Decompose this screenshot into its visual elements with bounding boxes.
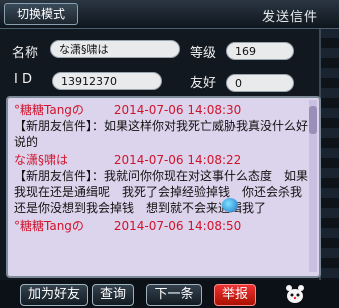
message-text: 【新朋友信件】：如果这样你对我死亡威胁我真没什么好说的 [14,119,309,149]
lookup-button[interactable]: 查询 [92,284,134,306]
next-button[interactable]: 下一条 [146,284,202,306]
scrollbar-thumb[interactable] [309,106,317,134]
name-label: 名称 [12,46,39,61]
timestamp: 2014-07-06 14:08:50 [113,219,242,233]
switch-mode-button[interactable]: 切换模式 [4,3,78,25]
sender-name: °糖糖Tangの [14,103,84,117]
message-text: 【新朋友信件】：我就问你你现在对这事什么态度 如果我现在还是通缉呢 我死了会掉经… [14,169,309,215]
window-frame [319,28,339,308]
message: °糖糖Tangの 2014-07-06 14:08:50 [14,218,313,234]
report-button[interactable]: 举报 [214,284,256,306]
chat-scrollbar[interactable] [309,100,317,272]
timestamp: 2014-07-06 14:08:22 [113,153,242,167]
sender-name: °糖糖Tangの [14,219,84,233]
sender-name: な潇§啸は [14,153,69,167]
level-label: 等级 [190,46,217,61]
message: な潇§啸は 2014-07-06 14:08:22 【新朋友信件】：我就问你你现… [14,152,313,216]
timestamp: 2014-07-06 14:08:30 [113,103,242,117]
mail-window: 切换模式 发送信件 名称 な潇§啸は 等级 169 I D 13912370 友… [0,0,339,308]
globe-sticker-icon [222,198,238,212]
friendship-field: 0 [226,74,294,92]
pet-icon[interactable] [284,283,306,305]
friendship-label: 友好 [190,76,217,91]
title-bar: 切换模式 发送信件 [0,0,339,29]
mail-history[interactable]: °糖糖Tangの 2014-07-06 14:08:30 【新朋友信件】：如果这… [6,96,321,278]
id-field: 13912370 [52,72,162,90]
add-friend-button[interactable]: 加为好友 [20,284,88,306]
message: °糖糖Tangの 2014-07-06 14:08:30 【新朋友信件】：如果这… [14,102,313,150]
level-field: 169 [226,42,294,60]
window-title: 发送信件 [262,10,319,25]
id-label: I D [14,72,32,87]
name-field[interactable]: な潇§啸は [50,40,180,58]
